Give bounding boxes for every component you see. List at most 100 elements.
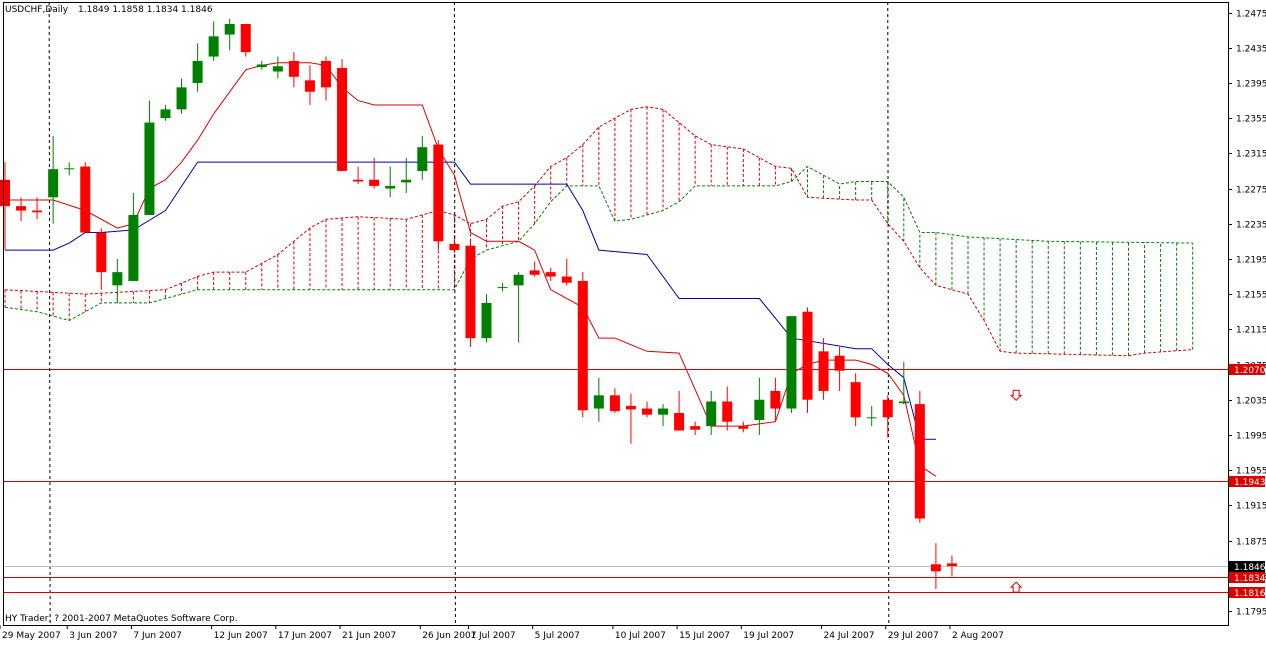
price-tick-label: 1.2155 bbox=[1236, 291, 1266, 301]
candle-body bbox=[770, 390, 781, 409]
time-tick-label: 29 May 2007 bbox=[2, 631, 61, 641]
candle-body bbox=[112, 272, 123, 286]
price-tick-label: 1.2195 bbox=[1236, 256, 1266, 266]
candle-body bbox=[369, 179, 380, 186]
candle-body bbox=[192, 60, 203, 83]
candle-body bbox=[353, 179, 364, 182]
candle-body bbox=[465, 245, 476, 339]
price-tick-label: 1.1995 bbox=[1236, 432, 1266, 442]
candle-body bbox=[722, 401, 733, 422]
time-tick-label: 3 Jun 2007 bbox=[69, 631, 117, 641]
candle-body bbox=[786, 316, 797, 409]
candle-body bbox=[80, 166, 91, 233]
price-label: 1.1943 bbox=[1234, 478, 1266, 488]
candle-body bbox=[16, 206, 27, 211]
candle-body bbox=[497, 287, 508, 289]
price-label: 1.1834 bbox=[1234, 574, 1266, 584]
time-tick-label: 1 Jul 2007 bbox=[470, 631, 515, 641]
candle-body bbox=[545, 272, 556, 277]
time-tick-label: 2 Aug 2007 bbox=[952, 631, 1004, 641]
price-tick-label: 1.2235 bbox=[1236, 221, 1266, 231]
candle-body bbox=[577, 280, 588, 411]
price-tick-label: 1.2435 bbox=[1236, 45, 1266, 55]
price-tick-label: 1.1955 bbox=[1236, 467, 1266, 477]
candle-body bbox=[160, 109, 171, 119]
time-tick-label: 19 Jul 2007 bbox=[743, 631, 794, 641]
candle-body bbox=[561, 276, 572, 283]
senkou-span-b bbox=[4, 165, 1193, 322]
time-tick-label: 10 Jul 2007 bbox=[615, 631, 666, 641]
price-label: 1.1846 bbox=[1234, 563, 1266, 573]
candle-body bbox=[256, 64, 267, 68]
candle-body bbox=[754, 399, 765, 420]
price-tick-label: 1.1795 bbox=[1236, 608, 1266, 618]
time-tick-label: 21 Jun 2007 bbox=[342, 631, 396, 641]
price-label: 1.2070 bbox=[1234, 366, 1266, 376]
price-tick-label: 1.1915 bbox=[1236, 502, 1266, 512]
candle-body bbox=[224, 23, 235, 35]
candle-body bbox=[0, 179, 10, 207]
candle-body bbox=[529, 270, 540, 275]
candle-body bbox=[401, 179, 412, 183]
price-tick-label: 1.2315 bbox=[1236, 150, 1266, 160]
chart-title: USDCHF,Daily bbox=[5, 5, 69, 15]
candle-body bbox=[48, 169, 59, 198]
candle-body bbox=[898, 401, 909, 404]
candle-body bbox=[658, 408, 669, 415]
chart-canvas[interactable]: 1.2475 1.2435 1.2395 1.2355 1.2315 1.2275 1.22… bbox=[0, 0, 1266, 643]
chart-border bbox=[3, 2, 1229, 626]
candle-body bbox=[32, 210, 43, 213]
price-tick-label: 1.1875 bbox=[1236, 538, 1266, 548]
buy-arrow-icon bbox=[1009, 581, 1023, 593]
candle-body bbox=[593, 395, 604, 409]
candle-body bbox=[144, 122, 155, 215]
candle-body bbox=[64, 168, 75, 170]
time-tick-label: 7 Jun 2007 bbox=[133, 631, 181, 641]
candle-body bbox=[946, 563, 957, 567]
candle-body bbox=[288, 60, 299, 77]
candle-body bbox=[513, 274, 524, 286]
time-tick-label: 17 Jun 2007 bbox=[278, 631, 332, 641]
candles bbox=[0, 18, 957, 589]
time-tick-label: 15 Jul 2007 bbox=[679, 631, 730, 641]
arrows bbox=[1009, 389, 1023, 593]
candle-body bbox=[625, 405, 636, 410]
period-separator bbox=[887, 1, 890, 626]
candle-body bbox=[337, 67, 348, 171]
candle-body bbox=[802, 311, 813, 400]
time-tick-label: 5 Jul 2007 bbox=[535, 631, 580, 641]
candle-body bbox=[208, 36, 219, 57]
price-tick-label: 1.2395 bbox=[1236, 80, 1266, 90]
candle-body bbox=[914, 404, 925, 519]
price-tick-label: 1.2355 bbox=[1236, 115, 1266, 125]
price-tick-label: 1.2035 bbox=[1236, 397, 1266, 407]
period-separator bbox=[453, 1, 456, 626]
candle-body bbox=[176, 87, 187, 110]
chart-frame bbox=[3, 2, 1229, 626]
time-tick-label: 29 Jul 2007 bbox=[888, 631, 939, 641]
copyright-text: HY Trader, ? 2001-2007 MetaQuotes Softwa… bbox=[5, 614, 238, 624]
candle-body bbox=[321, 60, 331, 88]
candle-body bbox=[642, 408, 652, 415]
candle-body bbox=[128, 214, 139, 281]
candle-body bbox=[738, 426, 749, 429]
ichimoku-cloud bbox=[4, 106, 1194, 357]
candle-body bbox=[385, 185, 396, 189]
candle-body bbox=[818, 351, 829, 391]
price-chart[interactable]: 1.2475 1.2435 1.2395 1.2355 1.2315 1.2275 1.22… bbox=[0, 0, 1266, 643]
price-label: 1.1816 bbox=[1234, 589, 1266, 599]
candle-body bbox=[417, 147, 428, 171]
candle-body bbox=[930, 564, 941, 572]
time-axis: 29 May 2007 3 Jun 2007 7 Jun 2007 12 Jun 20… bbox=[0, 625, 1004, 641]
candle-body bbox=[850, 382, 861, 418]
candle-body bbox=[240, 23, 251, 53]
candle-body bbox=[304, 80, 315, 92]
price-tick-label: 1.2115 bbox=[1236, 326, 1266, 336]
candle-body bbox=[609, 395, 620, 412]
candle-body bbox=[449, 243, 460, 251]
time-tick-label: 24 Jul 2007 bbox=[824, 631, 875, 641]
price-axis: 1.2475 1.2435 1.2395 1.2355 1.2315 1.2275 1.22… bbox=[1228, 10, 1266, 618]
ohlc-readout: 1.1849 1.1858 1.1834 1.1846 bbox=[78, 5, 213, 15]
candle-body bbox=[882, 399, 893, 418]
candle-body bbox=[866, 417, 877, 419]
